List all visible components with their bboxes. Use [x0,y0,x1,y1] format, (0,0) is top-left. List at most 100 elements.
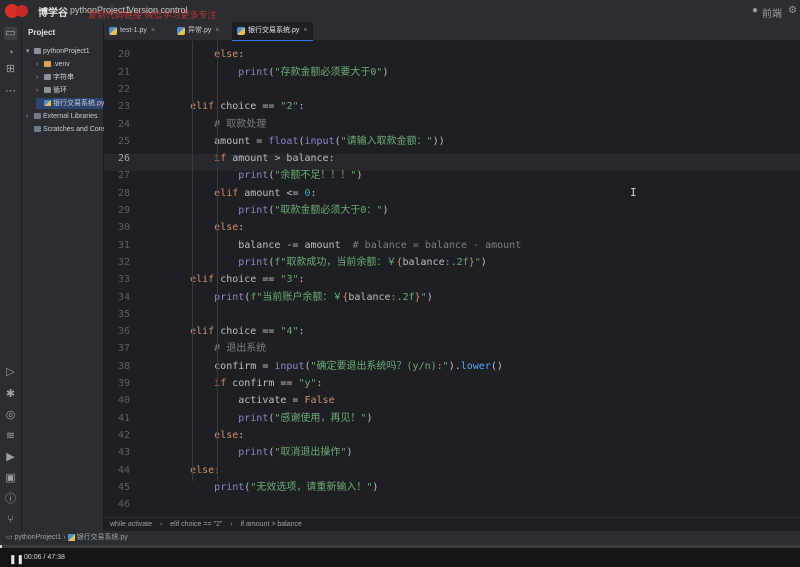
line-number: 31 [117,239,130,251]
python-packages-icon[interactable]: ◎ [4,409,17,422]
brand-logo-icon [5,4,28,18]
tab-bank-system[interactable]: 银行交易系统.py × [232,22,314,42]
line-number: 41 [117,412,130,424]
tree-item-bank-file[interactable]: 银行交易系统.py [36,98,104,109]
line-number: 36 [117,326,130,338]
line-number: 29 [117,205,130,216]
layers-icon[interactable]: ≋ [4,430,17,443]
right-label[interactable]: 前端 [762,5,782,20]
pause-icon[interactable]: ❚❚ [9,554,24,565]
status-project-icon: ▭ [6,534,13,541]
code-line[interactable]: print(f"当前账户余额：￥{balance:.2f}") [166,289,433,306]
user-icon[interactable]: ● [752,5,758,16]
project-panel-title: Project [28,28,56,37]
more-tools-icon[interactable]: ⋯ [4,85,17,98]
line-number: 34 [117,291,130,303]
video-progress-fill [0,545,2,548]
line-number: 33 [117,274,130,286]
code-line[interactable]: elif choice == "3": [166,271,304,288]
code-line[interactable]: print("取消退出操作") [166,444,352,461]
line-number: 22 [117,83,130,95]
line-number: 42 [117,429,130,441]
git-icon[interactable]: ⑂ [4,514,17,527]
close-icon[interactable]: × [215,27,219,34]
code-line[interactable]: else: [166,427,244,444]
video-time: 00:06 / 47:38 [24,554,65,561]
structure-tool-icon[interactable]: ⊞ [4,63,17,76]
indent-guide [217,41,218,481]
code-line[interactable]: print("存款金额必须要大于0") [166,64,388,81]
code-line[interactable]: elif amount <= 0: [166,185,316,202]
commit-tool-icon[interactable]: ◔ [4,47,17,60]
line-number: 21 [117,66,130,78]
python-file-icon [177,27,185,35]
line-number: 19 [104,41,130,46]
breadcrumb-separator: › [230,521,233,528]
tree-item-strings[interactable]: › 字符串 [36,72,74,83]
tab-exceptions[interactable]: 异常.py × [172,22,225,40]
terminal-icon[interactable]: ▣ [4,472,17,485]
status-project[interactable]: pythonProject1 [15,534,62,541]
video-progress-track[interactable] [0,545,800,548]
code-line[interactable]: print("感谢使用，再见！") [166,410,372,427]
tree-item-external-libraries[interactable]: › External Libraries [26,111,97,122]
code-line[interactable]: else: [166,462,220,479]
breadcrumb-item[interactable]: if amount > balance [241,521,302,528]
project-panel: Project ▾ pythonProject1 › .venv › 字符串 › 循环 … [22,22,119,532]
line-number: 26 [117,153,130,165]
tree-item-venv[interactable]: › .venv [36,59,70,70]
code-line[interactable]: print("无效选项，请重新输入！") [166,479,378,496]
python-file-icon [67,533,75,541]
code-line[interactable]: print("余额不足！！！") [166,167,362,184]
code-line[interactable]: print(f"取款成功，当前余额：￥{balance:.2f}") [166,254,487,271]
mouse-cursor-icon: I [630,186,637,199]
line-number: 40 [117,395,130,407]
tree-item-project-root[interactable]: ▾ pythonProject1 [26,46,90,57]
line-number: 35 [117,308,130,320]
problems-icon[interactable]: ⓘ [4,493,17,506]
line-number: 25 [117,135,130,147]
close-icon[interactable]: × [151,27,155,34]
line-number: 20 [117,49,130,61]
settings-icon[interactable]: ⚙ [788,5,797,16]
code-line[interactable]: elif choice == "4": [166,323,304,340]
tree-item-loops[interactable]: › 循环 [36,85,67,96]
line-number: 43 [117,447,130,459]
code-line[interactable]: else: [166,46,244,63]
services-icon[interactable]: ▶ [4,451,17,464]
line-number: 30 [117,222,130,234]
line-number: 38 [117,360,130,372]
close-icon[interactable]: × [303,27,307,34]
run-tool-icon[interactable]: ▷ [4,366,17,379]
line-number: 44 [117,464,130,476]
line-number: 39 [117,378,130,389]
line-number: 24 [117,118,130,130]
title-bar: 博学谷 pythonProject1 复制代码链接 微信学习更多专注 Versi… [0,0,800,23]
line-number: 27 [117,170,130,182]
tab-test-1[interactable]: test-1.py × [104,22,161,40]
code-line[interactable]: if confirm == "y": [166,375,322,392]
code-line[interactable]: print("取款金额必须大于0：") [166,202,388,219]
brand-logo-text: 博学谷 [38,8,68,19]
code-line[interactable]: elif choice == "2": [166,98,304,115]
line-number: 46 [117,499,130,511]
status-bar: ▭ pythonProject1 › 银行交易系统.py [0,531,800,545]
code-line[interactable]: else: [166,219,244,236]
breadcrumb: while activate › elif choice == "2" › if… [104,517,800,532]
debug-tool-icon[interactable]: ✱ [4,388,17,401]
breadcrumb-item[interactable]: elif choice == "2" [170,521,222,528]
line-number-gutter: 19 20 21 22 23 24 25 26 27 28 29 30 31 32 33 34 35 36 37 38… [104,41,140,517]
breadcrumb-separator: › [159,521,163,528]
tool-window-strip: ▭ ◔ ⊞ ⋯ ▷ ✱ ◎ ≋ ▶ ▣ ⓘ ⑂ [0,22,22,532]
python-file-icon [109,27,117,35]
status-file[interactable]: 银行交易系统.py [76,534,127,541]
breadcrumb-item[interactable]: while activate [110,521,152,528]
code-line[interactable]: amount = float(input("请输入取款金额：")) [166,133,445,150]
code-line[interactable]: balance -= amount # balance = balance - … [166,237,521,254]
code-editor[interactable]: 19 20 21 22 23 24 25 26 27 28 29 30 31 32 33 34 35 36 37 38… [104,41,800,517]
line-number: 28 [117,187,130,199]
version-control-menu[interactable]: Version control [128,5,188,15]
line-number: 37 [117,343,130,355]
project-tool-icon[interactable]: ▭ [4,27,17,40]
indent-guide [192,41,193,481]
